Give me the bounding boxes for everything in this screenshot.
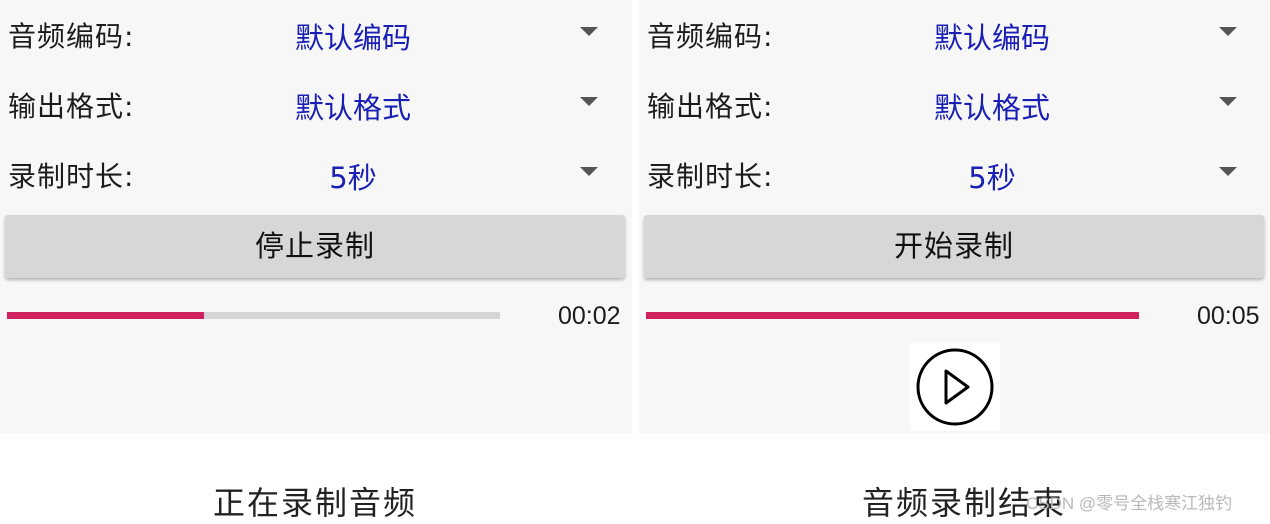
progress-fill [7, 312, 205, 319]
dropdown-arrow-icon[interactable] [1219, 167, 1237, 176]
duration-value[interactable]: 5秒 [240, 155, 466, 197]
watermark: CSDN @零号全栈寒江独钓 [1026, 494, 1233, 513]
elapsed-time: 00:05 [1197, 302, 1260, 330]
dropdown-arrow-icon[interactable] [580, 167, 598, 176]
output-format-label: 输出格式: [8, 90, 135, 123]
start-recording-button[interactable]: 开始录制 [644, 215, 1264, 278]
play-button[interactable] [910, 343, 1000, 431]
audio-encoder-row[interactable]: 音频编码: 默认编码 [0, 1, 632, 61]
finished-panel: 音频编码: 默认编码 输出格式: 默认格式 录制时长: 5秒 开始录制 00:0… [639, 0, 1270, 434]
audio-encoder-row[interactable]: 音频编码: 默认编码 [639, 1, 1270, 61]
audio-encoder-label: 音频编码: [647, 20, 774, 53]
duration-label: 录制时长: [647, 160, 774, 193]
duration-row[interactable]: 录制时长: 5秒 [0, 141, 632, 201]
duration-label: 录制时长: [8, 160, 135, 193]
audio-encoder-label: 音频编码: [8, 20, 135, 53]
output-format-value[interactable]: 默认格式 [240, 85, 466, 127]
dropdown-arrow-icon[interactable] [580, 97, 598, 106]
dropdown-arrow-icon[interactable] [1219, 97, 1237, 106]
audio-encoder-value[interactable]: 默认编码 [879, 15, 1105, 57]
elapsed-time: 00:02 [558, 302, 621, 330]
audio-encoder-value[interactable]: 默认编码 [240, 15, 466, 57]
duration-row[interactable]: 录制时长: 5秒 [639, 141, 1270, 201]
progress-fill [646, 312, 1139, 319]
recording-progress-bar [7, 312, 500, 319]
recording-panel: 音频编码: 默认编码 输出格式: 默认格式 录制时长: 5秒 停止录制 00:0… [0, 0, 632, 434]
dropdown-arrow-icon[interactable] [580, 27, 598, 36]
play-circle-icon [916, 348, 994, 426]
caption-recording: 正在录制音频 [213, 484, 418, 522]
dropdown-arrow-icon[interactable] [1219, 27, 1237, 36]
stop-recording-button[interactable]: 停止录制 [5, 215, 625, 278]
recording-progress-bar [646, 312, 1139, 319]
output-format-row[interactable]: 输出格式: 默认格式 [639, 71, 1270, 131]
output-format-label: 输出格式: [647, 90, 774, 123]
output-format-row[interactable]: 输出格式: 默认格式 [0, 71, 632, 131]
duration-value[interactable]: 5秒 [879, 155, 1105, 197]
output-format-value[interactable]: 默认格式 [879, 85, 1105, 127]
